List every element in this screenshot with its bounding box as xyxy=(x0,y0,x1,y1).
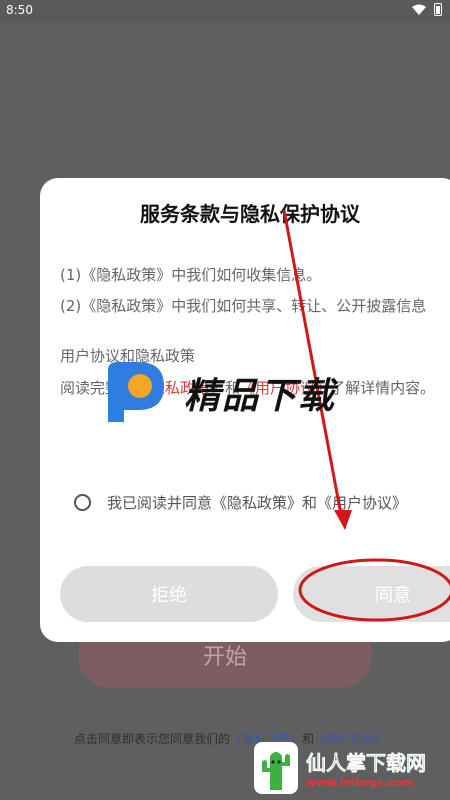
consent-label: 我已阅读并同意《隐私政策》和《用户协议》 xyxy=(107,494,408,512)
center-watermark: 精品下载 xyxy=(100,358,336,428)
status-icons xyxy=(412,3,442,16)
footer-text: 点击同意即表示您同意我们的 xyxy=(73,732,230,746)
consent-radio[interactable] xyxy=(74,494,91,511)
policy-item-1: (1)《隐私政策》中我们如何收集信息。 xyxy=(60,266,322,284)
bottom-watermark: 仙人掌下载网 www.hnbrgc.com xyxy=(252,740,426,796)
status-bar: 8:50 xyxy=(0,0,450,22)
dialog-title: 服务条款与隐私保护协议 xyxy=(140,202,360,226)
battery-icon xyxy=(434,3,442,16)
policy-item-2: (2)《隐私政策》中我们如何共享、转让、公开披露信息 xyxy=(60,297,427,315)
paragraph-rest-text: 了解详情内容。 xyxy=(330,379,436,397)
agree-button[interactable]: 同意 xyxy=(293,566,450,622)
status-time: 8:50 xyxy=(6,3,33,17)
cactus-logo-icon xyxy=(254,742,298,794)
watermark-url: www.hnbrgc.com xyxy=(306,776,414,789)
consent-checkbox-row[interactable]: 我已阅读并同意《隐私政策》和《用户协议》 xyxy=(74,492,407,513)
watermark-text: 精品下载 xyxy=(184,376,337,417)
reject-button[interactable]: 拒绝 xyxy=(60,566,278,622)
watermark-title: 仙人掌下载网 xyxy=(306,751,427,776)
bottom-watermark-text: 仙人掌下载网 www.hnbrgc.com xyxy=(306,747,427,789)
wifi-icon xyxy=(412,4,426,15)
p-logo-icon xyxy=(108,362,164,422)
